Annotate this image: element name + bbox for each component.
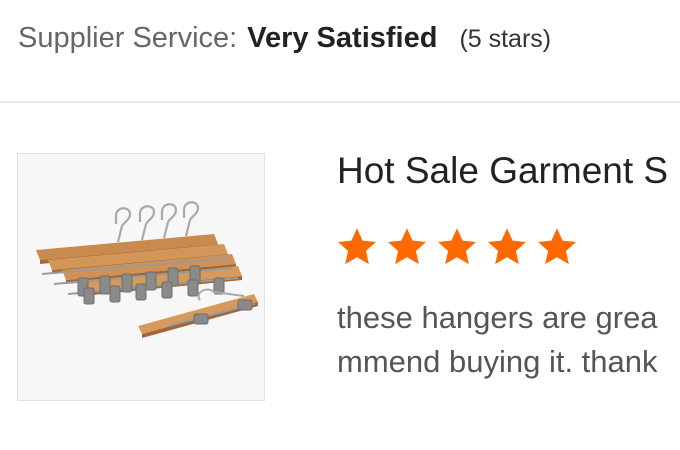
star-icon xyxy=(385,225,429,269)
review-text-line-1: these hangers are grea xyxy=(337,300,658,335)
review-text: these hangers are grea mmend buying it. … xyxy=(337,296,680,384)
review-card: Supplier Service: Very Satisfied (5 star… xyxy=(0,0,680,450)
supplier-service-row: Supplier Service: Very Satisfied (5 star… xyxy=(18,22,551,66)
product-title[interactable]: Hot Sale Garment S xyxy=(337,150,668,192)
star-icon xyxy=(435,225,479,269)
section-divider xyxy=(0,101,680,103)
product-rating-stars xyxy=(335,225,579,269)
star-icon xyxy=(535,225,579,269)
star-icon xyxy=(485,225,529,269)
supplier-service-stars-text: (5 stars) xyxy=(459,25,552,53)
wooden-hangers-product-photo xyxy=(18,154,264,400)
review-text-line-2: mmend buying it. thank xyxy=(337,344,658,379)
star-icon xyxy=(335,225,379,269)
supplier-service-value: Very Satisfied xyxy=(247,22,438,54)
product-thumbnail[interactable] xyxy=(17,153,265,401)
supplier-service-label: Supplier Service: xyxy=(18,22,238,54)
